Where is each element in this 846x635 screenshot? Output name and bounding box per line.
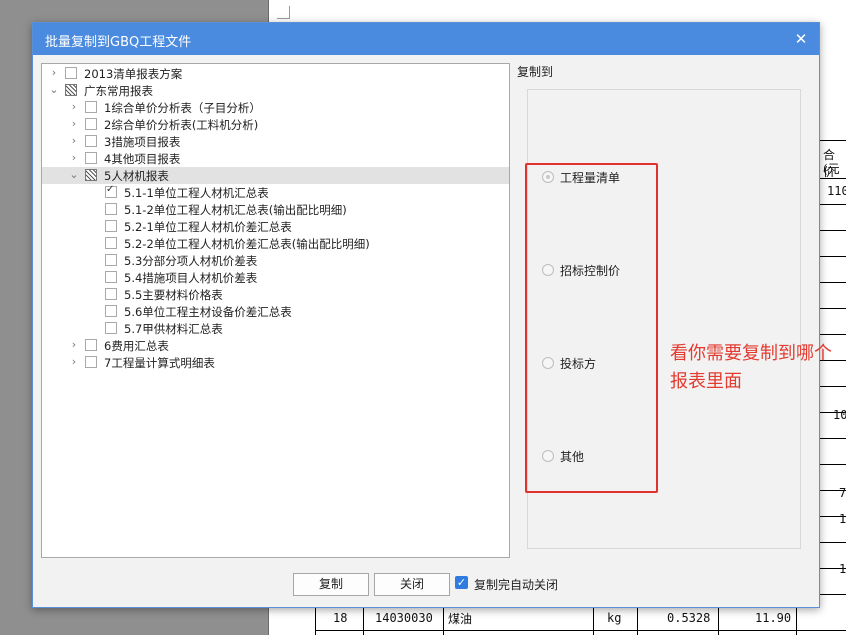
tree-node-label: 5.3分部分项人材机价差表: [124, 254, 258, 268]
chevron-right-icon[interactable]: ›: [48, 66, 60, 80]
tree-checkbox[interactable]: [85, 356, 97, 368]
tree-node-label: 5.1-2单位工程人材机汇总表(输出配比明细): [124, 203, 347, 217]
checkbox-checked-icon[interactable]: ✓: [455, 576, 468, 589]
tree-node[interactable]: 5.4措施项目人材机价差表: [42, 269, 509, 286]
chevron-down-icon[interactable]: ⌄: [48, 83, 60, 97]
amount-cell: 1: [839, 512, 846, 526]
tree-checkbox[interactable]: [105, 220, 117, 232]
tree-node[interactable]: › 7工程量计算式明细表: [42, 354, 509, 371]
tree-node-label: 5.4措施项目人材机价差表: [124, 271, 258, 285]
report-tree[interactable]: › 2013清单报表方案 ⌄ 广东常用报表 › 1综合单价分析表（子目分析） › 2综合单价分…: [41, 63, 510, 558]
tree-checkbox[interactable]: [85, 339, 97, 351]
row-name: 煤油: [448, 612, 473, 626]
tree-checkbox[interactable]: [105, 184, 117, 198]
tree-checkbox[interactable]: [105, 322, 117, 334]
close-icon[interactable]: ✕: [791, 29, 811, 49]
close-button[interactable]: 关闭: [374, 573, 450, 596]
tree-checkbox[interactable]: [85, 169, 97, 181]
row-qty: 0.5328: [667, 611, 711, 625]
tree-checkbox[interactable]: [65, 84, 77, 96]
chevron-right-icon[interactable]: ›: [68, 355, 80, 369]
tree-node-label: 5.2-1单位工程人材机价差汇总表: [124, 220, 292, 234]
tree-checkbox[interactable]: [105, 288, 117, 300]
tree-node[interactable]: 5.7甲供材料汇总表: [42, 320, 509, 337]
tree-node[interactable]: › 2综合单价分析表(工料机分析): [42, 116, 509, 133]
amount-cell: 7: [839, 486, 846, 500]
chevron-right-icon[interactable]: ›: [68, 117, 80, 131]
tree-node-label: 1综合单价分析表（子目分析）: [104, 101, 261, 115]
header-amount-unit: (元: [823, 162, 840, 176]
tree-node[interactable]: 5.2-2单位工程人材机价差汇总表(输出配比明细): [42, 235, 509, 252]
auto-close-label: 复制完自动关闭: [474, 578, 559, 592]
tree-node-label: 4其他项目报表: [104, 152, 181, 166]
tree-checkbox[interactable]: [85, 135, 97, 147]
tree-node[interactable]: ⌄ 广东常用报表: [42, 82, 509, 99]
chevron-right-icon[interactable]: ›: [68, 151, 80, 165]
tree-checkbox[interactable]: [85, 101, 97, 113]
chevron-right-icon[interactable]: ›: [68, 338, 80, 352]
tree-node-label: 5.7甲供材料汇总表: [124, 322, 223, 336]
dialog-title: 批量复制到GBQ工程文件: [45, 35, 192, 50]
copy-button[interactable]: 复制: [293, 573, 369, 596]
chevron-right-icon[interactable]: ›: [68, 100, 80, 114]
tree-node[interactable]: ⌄ 5人材机报表: [42, 167, 509, 184]
annotation-text: 看你需要复制到哪个报表里面: [670, 343, 832, 392]
batch-copy-dialog: 批量复制到GBQ工程文件 ✕ › 2013清单报表方案 ⌄ 广东常用报表 › 1综合单价分…: [32, 22, 820, 608]
tree-node-label: 3措施项目报表: [104, 135, 181, 149]
amount-cell: 1: [839, 562, 846, 576]
tree-node-label: 7工程量计算式明细表: [104, 356, 215, 370]
tree-node[interactable]: › 1综合单价分析表（子目分析）: [42, 99, 509, 116]
amount-cell: 10: [833, 408, 846, 422]
tree-checkbox[interactable]: [105, 305, 117, 317]
annotation-highlight-box: [525, 163, 658, 493]
row-code: 14030030: [375, 611, 433, 625]
chevron-down-icon[interactable]: ⌄: [68, 168, 80, 182]
tree-node-label: 5.1-1单位工程人材机汇总表: [124, 186, 269, 200]
page-corner-mark: [277, 6, 290, 19]
tree-node-label: 2013清单报表方案: [84, 67, 183, 81]
tree-node[interactable]: 5.6单位工程主材设备价差汇总表: [42, 303, 509, 320]
tree-node-label: 5.2-2单位工程人材机价差汇总表(输出配比明细): [124, 237, 370, 251]
amount-cell: 110: [827, 184, 846, 198]
row-price: 11.90: [755, 611, 792, 625]
tree-node[interactable]: 5.3分部分项人材机价差表: [42, 252, 509, 269]
row-no: 18: [333, 611, 348, 625]
tree-node-label: 5.6单位工程主材设备价差汇总表: [124, 305, 292, 319]
copy-to-label: 复制到: [517, 65, 554, 79]
chevron-right-icon[interactable]: ›: [68, 134, 80, 148]
tree-checkbox[interactable]: [105, 271, 117, 283]
tree-node-label: 5人材机报表: [104, 169, 169, 183]
tree-node-label: 6费用汇总表: [104, 339, 169, 353]
row-unit: kg: [607, 611, 622, 625]
tree-node-label: 广东常用报表: [84, 84, 153, 98]
tree-checkbox[interactable]: [65, 67, 77, 79]
tree-node[interactable]: › 2013清单报表方案: [42, 65, 509, 82]
tree-checkbox[interactable]: [105, 203, 117, 215]
tree-node[interactable]: 5.5主要材料价格表: [42, 286, 509, 303]
tree-node[interactable]: › 4其他项目报表: [42, 150, 509, 167]
tree-node[interactable]: › 6费用汇总表: [42, 337, 509, 354]
tree-checkbox[interactable]: [85, 118, 97, 130]
tree-node[interactable]: 5.1-1单位工程人材机汇总表: [42, 184, 509, 201]
tree-node-label: 5.5主要材料价格表: [124, 288, 223, 302]
tree-node[interactable]: 5.2-1单位工程人材机价差汇总表: [42, 218, 509, 235]
tree-checkbox[interactable]: [105, 237, 117, 249]
tree-checkbox[interactable]: [105, 254, 117, 266]
tree-node[interactable]: 5.1-2单位工程人材机汇总表(输出配比明细): [42, 201, 509, 218]
tree-node[interactable]: › 3措施项目报表: [42, 133, 509, 150]
dialog-titlebar[interactable]: 批量复制到GBQ工程文件 ✕: [33, 23, 819, 55]
tree-node-label: 2综合单价分析表(工料机分析): [104, 118, 259, 132]
tree-checkbox[interactable]: [85, 152, 97, 164]
